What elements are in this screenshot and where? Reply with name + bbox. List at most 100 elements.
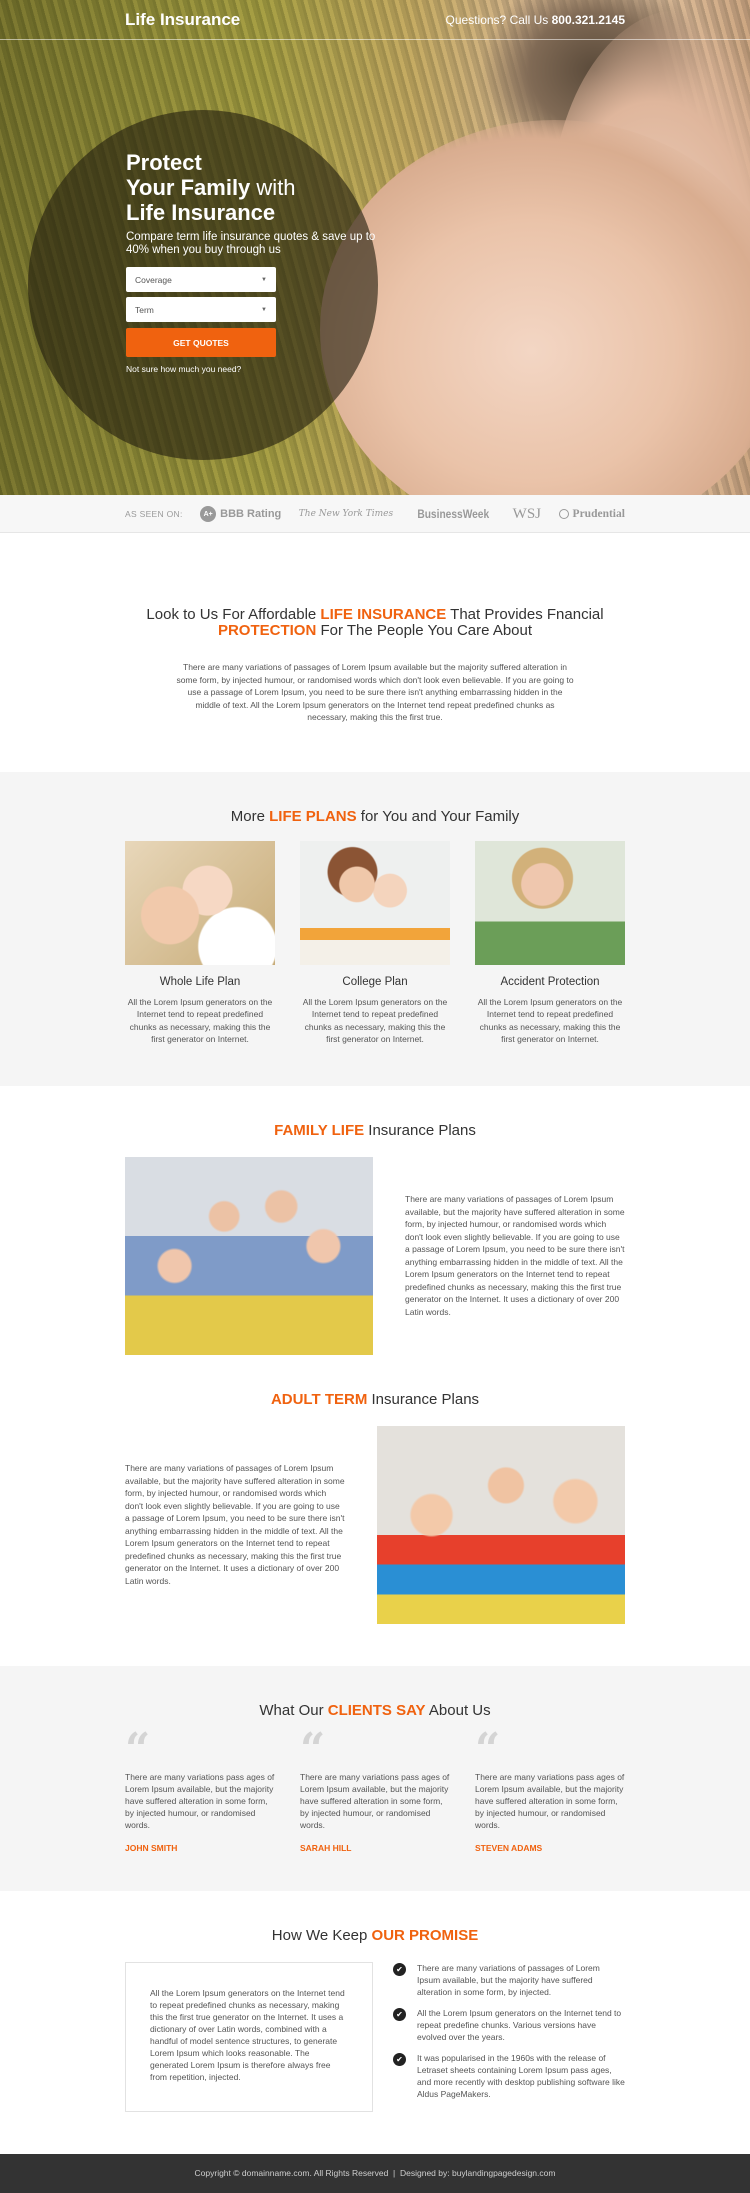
heading-text: More [230,807,265,825]
plan-image-college [300,840,450,965]
testimonial-text: There are many variations pass ages of L… [125,1771,275,1830]
adult-term-text: There are many variations of passages of… [125,1463,345,1586]
heading-text: How We Keep [271,1926,368,1944]
heading-accent: ADULT TERM [270,1390,368,1408]
testimonial-author: SARAH HILL [300,1842,352,1853]
phone-number[interactable]: 800.321.2145 [552,13,625,27]
heading-text: What Our [259,1701,324,1719]
intro-heading: Look to Us For Affordable LIFE INSURANCE… [125,607,625,639]
heading-text: Look to Us For Affordable [146,606,317,623]
chevron-down-icon: ▼ [261,276,267,283]
plan-title: Accident Protection [500,975,600,988]
hero-section: Life Insurance Questions? Call Us 800.32… [0,0,750,495]
quote-icon: “ [475,1723,501,1775]
plan-card: College Plan All the Lorem Ipsum generat… [300,840,450,1046]
testimonial-card: “ There are many variations pass ages of… [125,1723,275,1853]
top-bar: Life Insurance Questions? Call Us 800.32… [0,0,750,40]
brand-name: BBB Rating [220,508,282,520]
promise-item: ✔ All the Lorem Ipsum generators on the … [393,2007,625,2043]
heading-text: About Us [428,1701,491,1719]
site-logo[interactable]: Life Insurance [125,10,240,30]
hero-title-line3: Life Insurance [126,200,276,225]
heading-accent: FAMILY LIFE [274,1121,365,1139]
quote-icon: “ [125,1723,151,1775]
promise-heading: How We Keep OUR PROMISE [125,1927,625,1944]
phone-prefix: Questions? Call Us [445,13,549,27]
intro-body: There are many variations of passages of… [176,662,574,722]
promise-item-text: There are many variations of passages of… [417,1962,600,1997]
plan-image-whole-life [125,840,275,965]
promise-section: How We Keep OUR PROMISE All the Lorem Ip… [0,1891,750,2154]
testimonial-card: “ There are many variations pass ages of… [300,1723,450,1853]
testimonial-text: There are many variations pass ages of L… [300,1771,450,1830]
heading-accent: LIFE PLANS [269,807,357,825]
quote-form: Protect Your Family with Life Insurance … [126,150,386,374]
plan-title: Whole Life Plan [159,975,241,988]
plan-description: All the Lorem Ipsum generators on the In… [477,996,623,1045]
check-circle-icon: ✔ [393,1962,406,1976]
check-circle-icon: ✔ [393,2007,406,2021]
phone-contact: Questions? Call Us 800.321.2145 [446,13,625,27]
get-quotes-button[interactable]: GET QUOTES [126,328,276,357]
promise-item: ✔ It was popularised in the 1960s with t… [393,2052,625,2100]
brand-logo-bbb: A+ BBB Rating [200,506,281,522]
plan-title: College Plan [342,975,408,988]
hero-title: Protect Your Family with Life Insurance [126,150,386,225]
brand-name: Prudential [572,508,625,520]
family-photo [125,1156,373,1355]
testimonial-author: STEVEN ADAMS [475,1842,543,1853]
kids-thumbs-up-photo [377,1425,625,1624]
brand-logo-businessweek: BusinessWeek [416,507,489,521]
coverage-select[interactable]: Coverage ▼ [126,267,276,292]
adult-term-heading: ADULT TERM Insurance Plans [125,1391,625,1408]
family-life-heading: FAMILY LIFE Insurance Plans [125,1122,625,1139]
hero-title-line2-light: with [256,175,296,200]
term-select-value: Term [135,304,154,315]
family-life-text: There are many variations of passages of… [405,1194,625,1317]
hero-title-line2: Your Family [126,175,251,200]
plan-description: All the Lorem Ipsum generators on the In… [302,996,448,1045]
bbb-badge-icon: A+ [200,506,217,522]
promise-list: ✔ There are many variations of passages … [393,1962,625,2112]
plan-image-accident [475,840,625,965]
heading-text: for You and Your Family [360,807,520,825]
heading-accent: CLIENTS SAY [327,1701,426,1719]
promise-text-box: All the Lorem Ipsum generators on the In… [125,1961,373,2112]
promise-item-text: It was popularised in the 1960s with the… [417,2052,625,2099]
as-seen-on-bar: AS SEEN ON: A+ BBB Rating The New York T… [0,495,750,533]
brand-logo-nyt: The New York Times [298,509,394,519]
family-life-section: FAMILY LIFE Insurance Plans There are ma… [0,1086,750,1355]
hero-title-line1: Protect [126,150,202,175]
plan-card: Whole Life Plan All the Lorem Ipsum gene… [125,840,275,1046]
heading-text: Insurance Plans [368,1121,476,1139]
heading-accent: PROTECTION [217,622,317,639]
check-circle-icon: ✔ [393,2052,406,2066]
heading-text: Insurance Plans [371,1390,480,1408]
plan-card: Accident Protection All the Lorem Ipsum … [475,840,625,1046]
term-select[interactable]: Term ▼ [126,297,276,322]
brand-logo-wsj: WSJ [512,505,542,522]
footer: Copyright © domainname.com. All Rights R… [0,2153,750,2193]
footer-copyright: Copyright © domainname.com. All Rights R… [194,2168,556,2178]
quote-icon: “ [300,1723,326,1775]
heading-text: That Provides Fnancial [450,606,604,623]
heading-accent: LIFE INSURANCE [320,606,447,623]
promise-item: ✔ There are many variations of passages … [393,1962,625,1998]
brand-logo-prudential: Prudential [558,508,625,520]
life-plans-section: More LIFE PLANS for You and Your Family … [0,771,750,1086]
intro-section: Look to Us For Affordable LIFE INSURANCE… [0,533,750,772]
coverage-help-link[interactable]: Not sure how much you need? [126,364,386,374]
testimonials-section: What Our CLIENTS SAY About Us “ There ar… [0,1665,750,1891]
testimonials-heading: What Our CLIENTS SAY About Us [125,1702,625,1719]
adult-term-section: ADULT TERM Insurance Plans There are man… [0,1355,750,1666]
as-seen-on-label: AS SEEN ON: [125,509,183,519]
heading-text: For The People You Care About [320,622,533,639]
rock-icon [558,509,569,519]
testimonial-author: JOHN SMITH [125,1842,178,1853]
testimonial-card: “ There are many variations pass ages of… [475,1723,625,1853]
promise-item-text: All the Lorem Ipsum generators on the In… [417,2007,622,2042]
life-plans-heading: More LIFE PLANS for You and Your Family [125,808,625,825]
testimonial-text: There are many variations pass ages of L… [475,1771,625,1830]
plan-description: All the Lorem Ipsum generators on the In… [127,996,273,1045]
hero-subtitle: Compare term life insurance quotes & sav… [126,231,376,256]
